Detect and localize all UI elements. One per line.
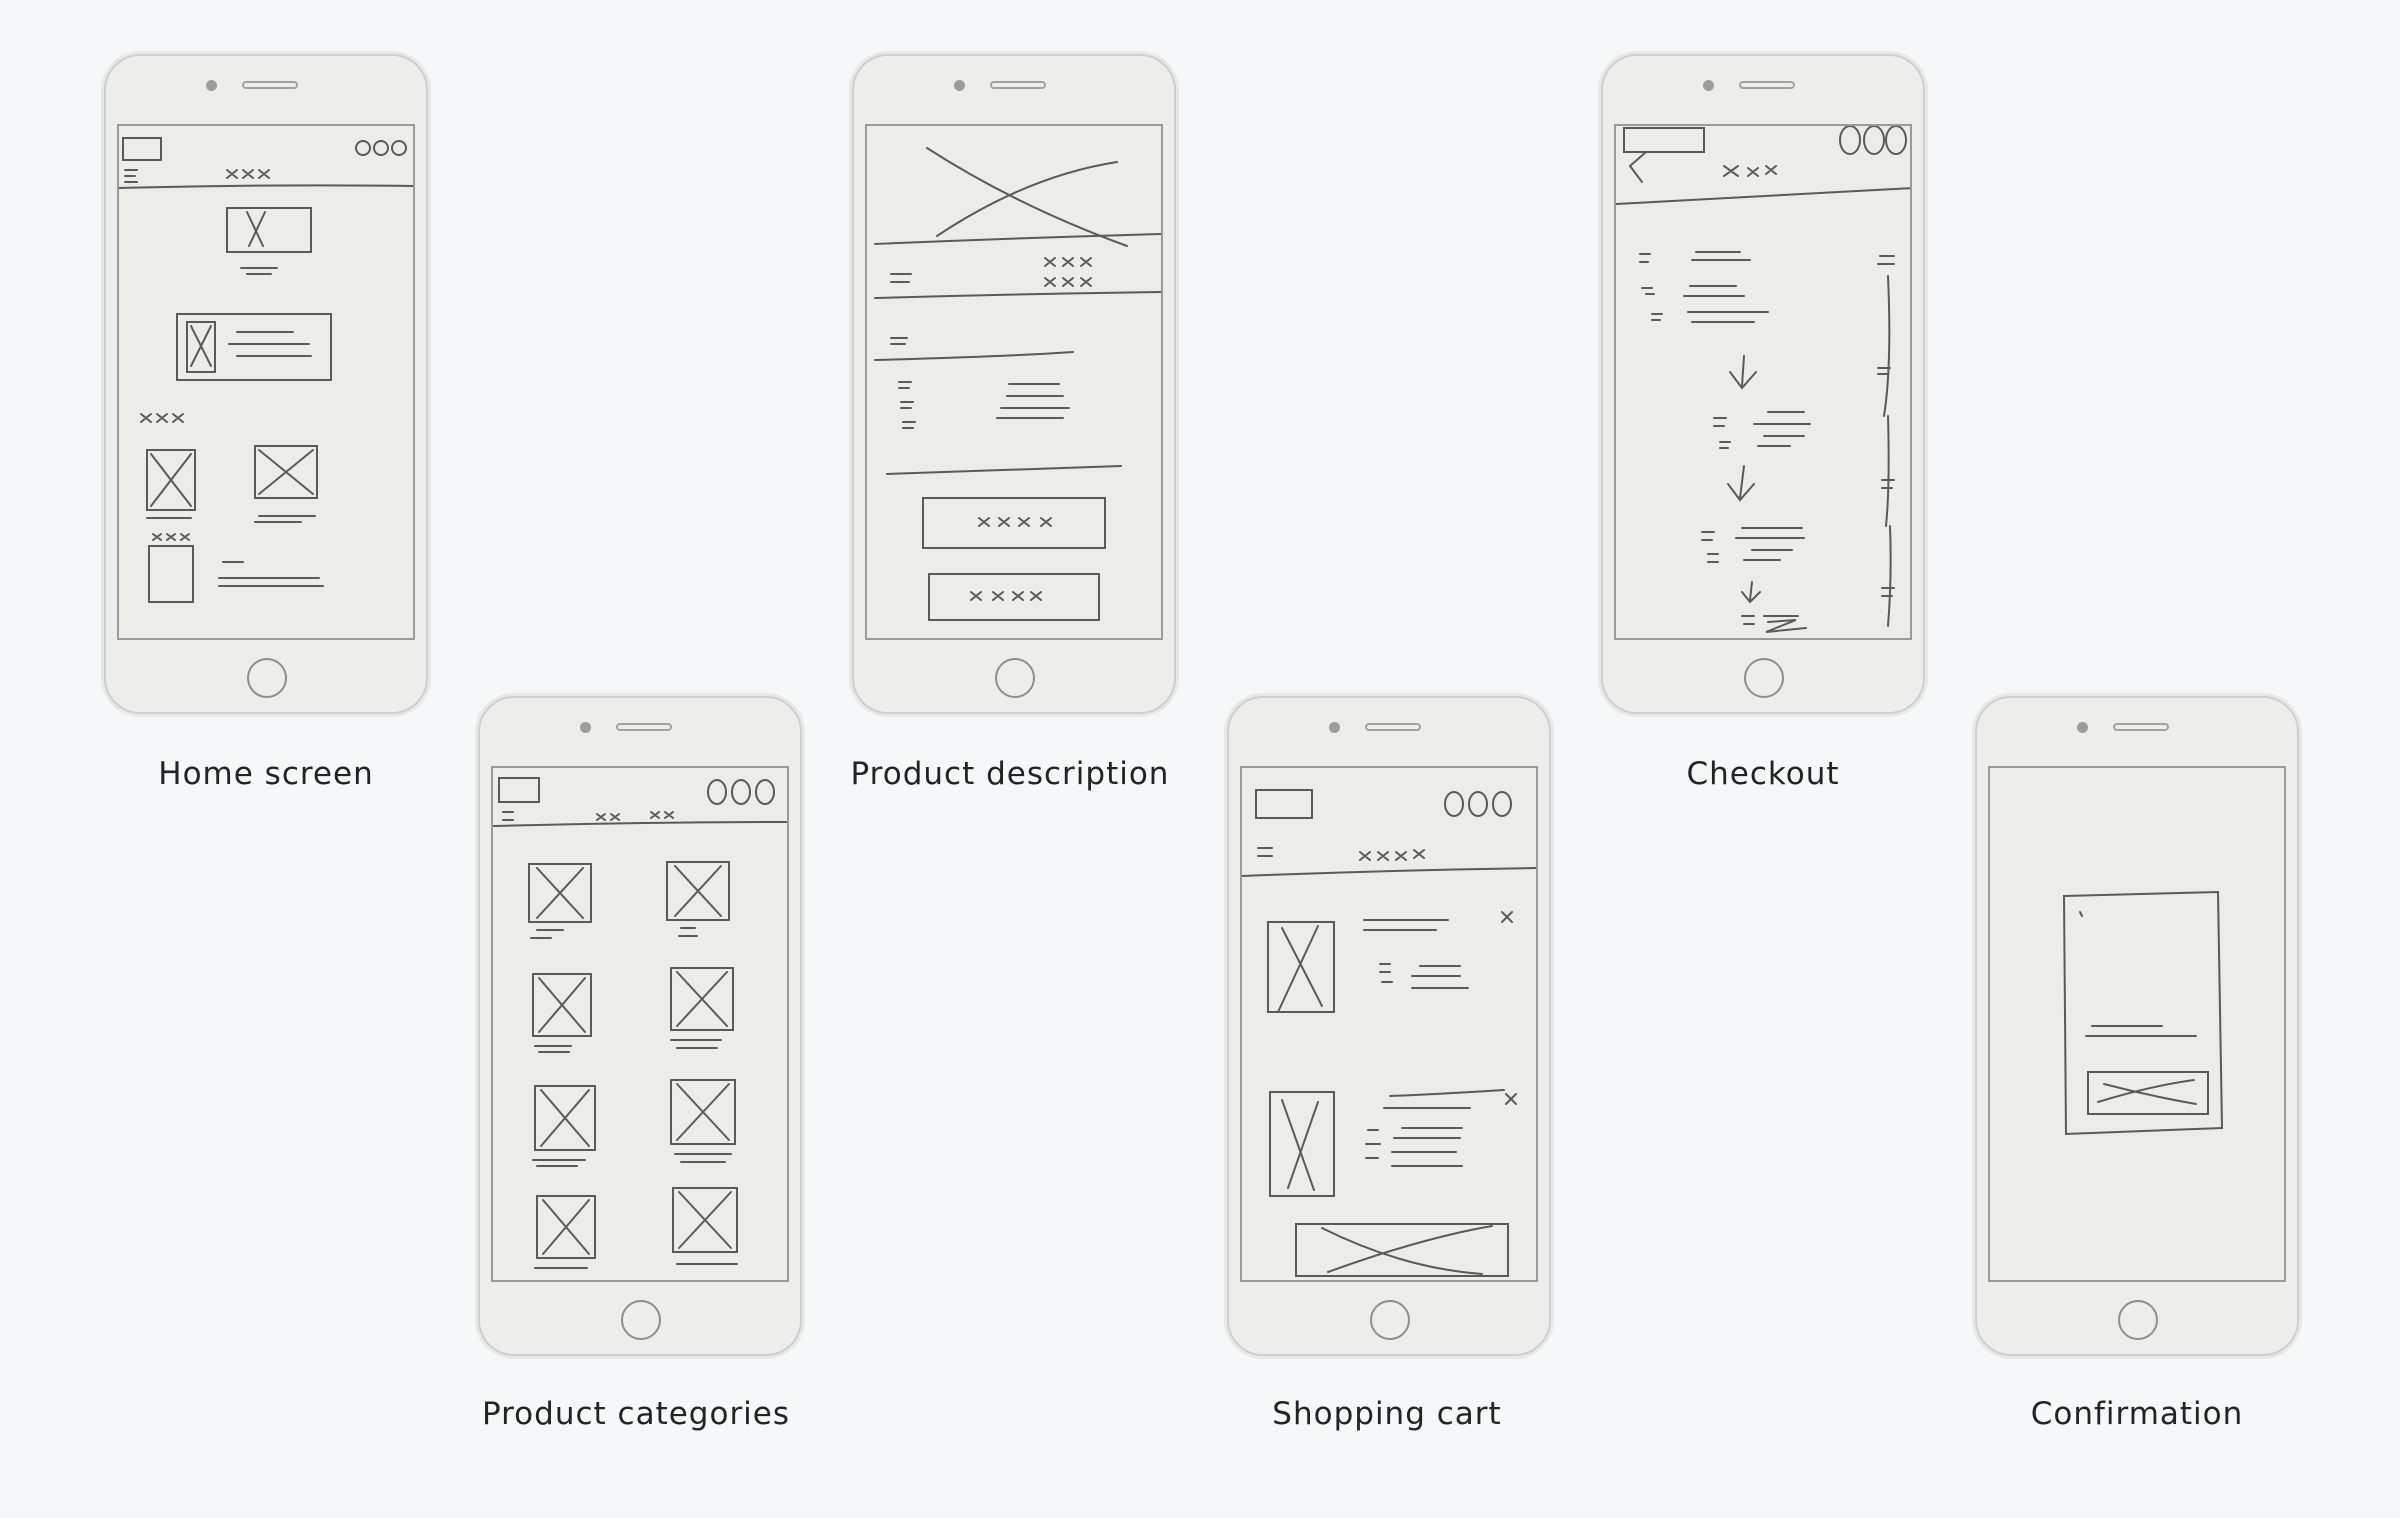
caption-home-screen: Home screen bbox=[158, 756, 374, 792]
screen-categories bbox=[491, 766, 789, 1282]
home-button-icon bbox=[1370, 1300, 1410, 1340]
speaker-icon bbox=[242, 81, 298, 89]
phone-home-screen bbox=[104, 54, 428, 714]
camera-icon bbox=[1703, 80, 1714, 91]
caption-product-description: Product description bbox=[850, 756, 1170, 792]
home-button-icon bbox=[247, 658, 287, 698]
phone-shopping-cart bbox=[1227, 696, 1551, 1356]
speaker-icon bbox=[616, 723, 672, 731]
camera-icon bbox=[580, 722, 591, 733]
camera-icon bbox=[2077, 722, 2088, 733]
phone-confirmation bbox=[1975, 696, 2299, 1356]
speaker-icon bbox=[1739, 81, 1795, 89]
home-button-icon bbox=[995, 658, 1035, 698]
sketch-confirmation bbox=[2062, 890, 2224, 1136]
phone-product-description bbox=[852, 54, 1176, 714]
screen-home bbox=[117, 124, 415, 640]
speaker-icon bbox=[2113, 723, 2169, 731]
sketch-description bbox=[874, 147, 1161, 621]
caption-confirmation: Confirmation bbox=[2030, 1396, 2244, 1432]
sketch-home bbox=[119, 137, 413, 603]
screen-confirmation bbox=[1988, 766, 2286, 1282]
speaker-icon bbox=[990, 81, 1046, 89]
screen-description bbox=[865, 124, 1163, 640]
home-button-icon bbox=[2118, 1300, 2158, 1340]
home-button-icon bbox=[621, 1300, 661, 1340]
caption-product-categories: Product categories bbox=[481, 1396, 791, 1432]
sketch-cart bbox=[1242, 789, 1536, 1277]
screen-cart bbox=[1240, 766, 1538, 1282]
sketch-categories bbox=[493, 777, 787, 1269]
phone-product-categories bbox=[478, 696, 802, 1356]
speaker-icon bbox=[1365, 723, 1421, 731]
caption-shopping-cart: Shopping cart bbox=[1272, 1396, 1502, 1432]
camera-icon bbox=[954, 80, 965, 91]
home-button-icon bbox=[1744, 658, 1784, 698]
screen-checkout bbox=[1614, 124, 1912, 640]
phone-checkout bbox=[1601, 54, 1925, 714]
camera-icon bbox=[1329, 722, 1340, 733]
sketch-checkout bbox=[1616, 126, 1910, 633]
caption-checkout: Checkout bbox=[1686, 756, 1840, 792]
camera-icon bbox=[206, 80, 217, 91]
